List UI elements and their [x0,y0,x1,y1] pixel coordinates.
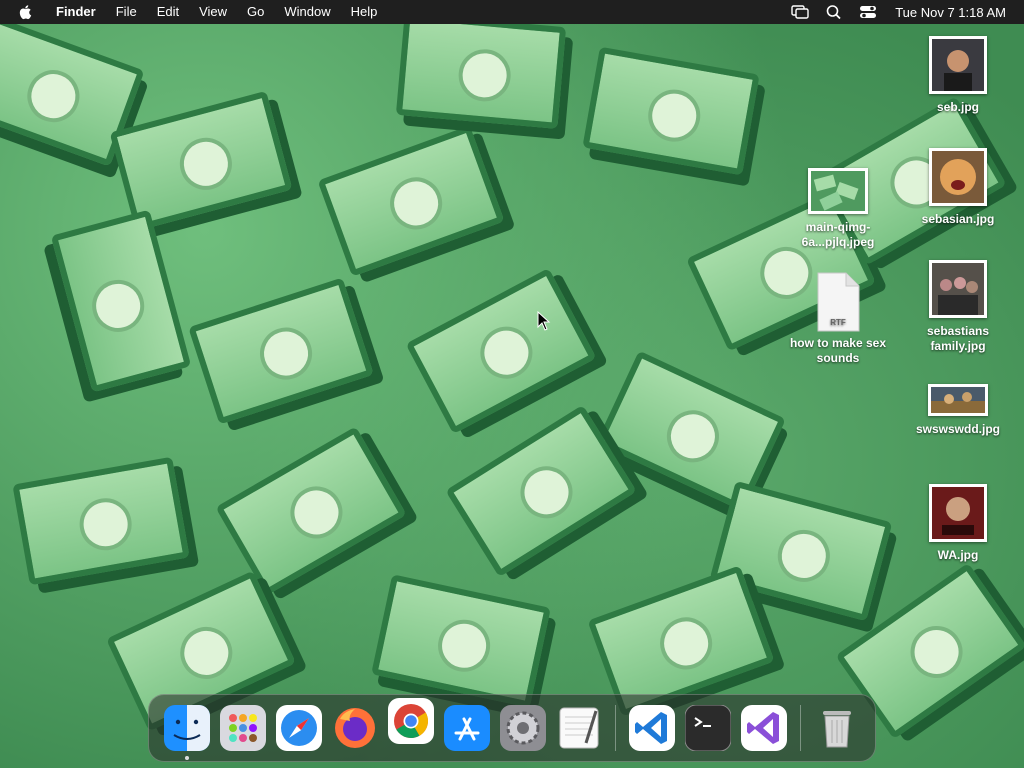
rtf-badge: RTF [830,318,846,327]
textedit-icon [559,707,599,749]
menu-bar-clock[interactable]: Tue Nov 7 1:18 AM [895,5,1006,20]
dock-visual-studio[interactable] [741,705,787,751]
desktop-file-sebastians-family[interactable]: sebastians family.jpg [908,260,1008,354]
desktop-file-seb[interactable]: seb.jpg [908,36,1008,115]
dock-vscode[interactable] [629,705,675,751]
dock-textedit[interactable] [556,705,602,751]
menu-bar: Finder File Edit View Go Window Help Tue… [0,0,1024,24]
control-center-icon[interactable] [859,4,877,20]
dock-finder[interactable] [164,705,210,760]
image-thumbnail-icon [929,260,987,318]
desktop-file-rtf[interactable]: RTF how to make sex sounds [788,272,888,366]
desktop-file-label: main-qimg-6a...pjlq.jpeg [801,220,875,249]
desktop-file-wa[interactable]: WA.jpg [908,484,1008,563]
desktop-file-main-qimg[interactable]: main-qimg-6a...pjlq.jpeg [788,168,888,250]
menu-go[interactable]: Go [237,0,274,24]
finder-icon [164,705,210,751]
desktop-file-label: sebastians family.jpg [926,324,990,353]
safari-icon [276,705,322,751]
mouse-pointer-icon [537,311,551,331]
dock-separator [615,705,616,751]
dock-firefox[interactable] [332,705,378,751]
desktop-wallpaper [0,0,1024,768]
trash-icon [823,711,851,748]
running-indicator [185,756,189,760]
dock-trash[interactable] [814,705,860,751]
desktop-file-label: how to make sex sounds [789,336,887,365]
dock-chrome[interactable] [388,698,434,744]
image-thumbnail-icon [808,168,868,214]
apple-menu-icon[interactable] [18,4,34,20]
image-thumbnail-icon [929,484,987,542]
dock-app-store[interactable] [444,705,490,751]
chrome-icon [388,698,434,744]
image-thumbnail-icon [929,148,987,206]
firefox-icon [335,708,375,748]
desktop-file-label: sebasian.jpg [921,212,995,226]
menu-help[interactable]: Help [341,0,388,24]
dock-system-settings[interactable] [500,705,546,751]
image-thumbnail-icon [929,36,987,94]
gear-icon [500,705,546,751]
menu-app-name[interactable]: Finder [46,0,106,24]
dock-safari[interactable] [276,705,322,751]
image-thumbnail-icon [928,384,988,416]
screen-mirroring-icon[interactable] [791,4,809,20]
desktop-file-label: swswswdd.jpg [915,422,1000,436]
spotlight-search-icon[interactable] [825,4,843,20]
rtf-document-icon: RTF [817,272,860,332]
desktop-file-sebasian[interactable]: sebasian.jpg [908,148,1008,227]
dock-terminal[interactable] [684,704,732,752]
dock [148,694,876,762]
vscode-icon [629,705,675,751]
dock-launchpad[interactable] [220,705,266,751]
launchpad-icon [220,705,266,751]
menu-window[interactable]: Window [274,0,340,24]
desktop-file-label: WA.jpg [937,548,979,562]
menu-view[interactable]: View [189,0,237,24]
menu-file[interactable]: File [106,0,147,24]
app-store-icon [444,705,490,751]
desktop-file-swswswdd[interactable]: swswswdd.jpg [908,384,1008,437]
visual-studio-icon [741,705,787,751]
dock-separator [800,705,801,751]
menu-edit[interactable]: Edit [147,0,189,24]
desktop-file-label: seb.jpg [936,100,979,114]
terminal-icon [684,704,732,752]
